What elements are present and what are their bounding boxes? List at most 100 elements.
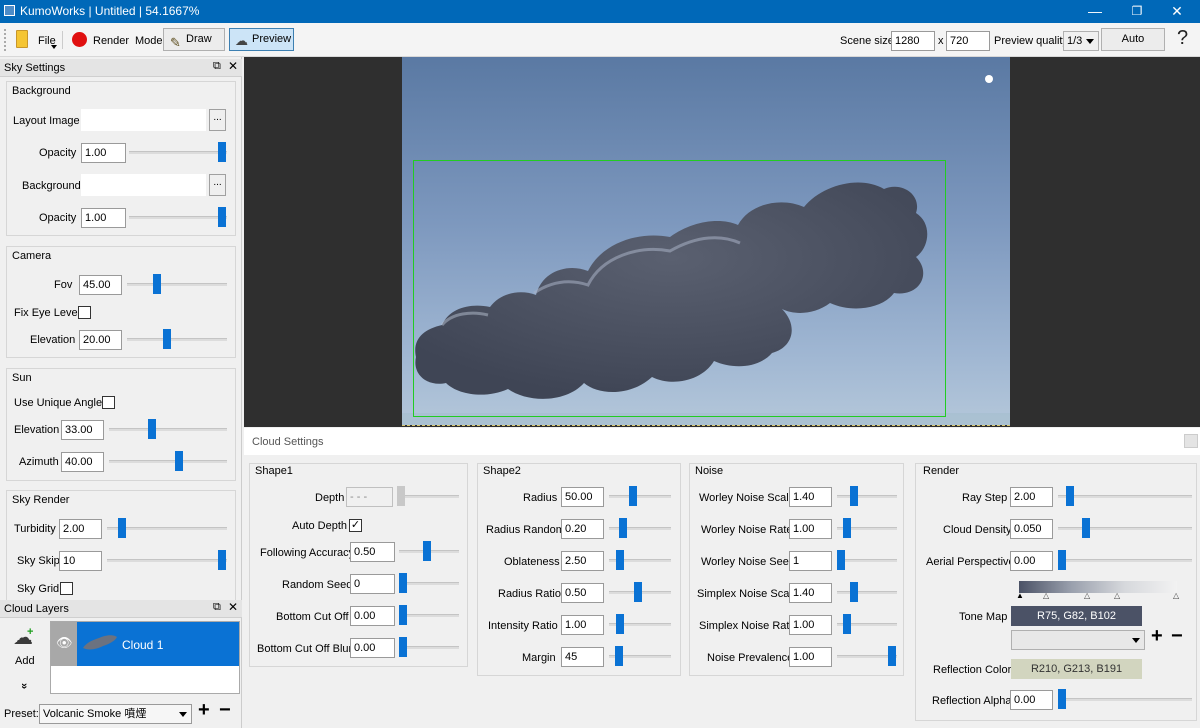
auto-depth-checkbox[interactable]: ✓ bbox=[349, 519, 362, 532]
tone-map-color-swatch[interactable]: R75, G82, B102 bbox=[1011, 606, 1142, 626]
expand-icon[interactable]: » bbox=[18, 683, 30, 689]
draw-mode-button[interactable]: ✎ Draw bbox=[163, 28, 225, 51]
tone-map-select[interactable] bbox=[1011, 630, 1145, 650]
worley-noise-rate-slider-handle[interactable] bbox=[843, 518, 851, 538]
noise-prevalence-slider-handle[interactable] bbox=[888, 646, 896, 666]
unique-angles-checkbox[interactable] bbox=[102, 396, 115, 409]
scene-width-input[interactable]: 1280 bbox=[891, 31, 935, 51]
random-seed-slider-track[interactable] bbox=[399, 582, 459, 585]
ray-step-slider-handle[interactable] bbox=[1066, 486, 1074, 506]
opacity-slider-track[interactable] bbox=[129, 151, 227, 154]
radius-input[interactable]: 50.00 bbox=[561, 487, 604, 507]
radius-random-input[interactable]: 0.20 bbox=[561, 519, 604, 539]
record-icon[interactable] bbox=[72, 32, 87, 47]
radius-slider-handle[interactable] bbox=[629, 486, 637, 506]
sky-preview-canvas[interactable] bbox=[402, 57, 1010, 425]
simplex-noise-scale-input[interactable]: 1.40 bbox=[789, 583, 832, 603]
simplex-noise-rate-slider-handle[interactable] bbox=[843, 614, 851, 634]
gradient-stop-icon[interactable]: △ bbox=[1114, 591, 1120, 600]
add-preset-button[interactable]: + bbox=[198, 699, 210, 722]
background-opacity-slider-track[interactable] bbox=[129, 216, 227, 219]
radius-random-slider-handle[interactable] bbox=[619, 518, 627, 538]
auto-button[interactable]: Auto bbox=[1101, 28, 1165, 51]
worley-noise-seed-input[interactable]: 1 bbox=[789, 551, 832, 571]
worley-noise-scale-slider-handle[interactable] bbox=[850, 486, 858, 506]
simplex-noise-rate-input[interactable]: 1.00 bbox=[789, 615, 832, 635]
radius-ratio-slider-handle[interactable] bbox=[634, 582, 642, 602]
following-accuracy-input[interactable]: 0.50 bbox=[350, 542, 395, 562]
remove-stop-button[interactable]: − bbox=[1171, 625, 1183, 648]
sky-grid-checkbox[interactable] bbox=[60, 582, 73, 595]
radius-ratio-input[interactable]: 0.50 bbox=[561, 583, 604, 603]
azimuth-slider-handle[interactable] bbox=[175, 451, 183, 471]
worley-noise-scale-slider-track[interactable] bbox=[837, 495, 897, 498]
intensity-ratio-slider-handle[interactable] bbox=[616, 614, 624, 634]
margin-slider-handle[interactable] bbox=[615, 646, 623, 666]
following-accuracy-slider-handle[interactable] bbox=[423, 541, 431, 561]
cloud-density-slider-handle[interactable] bbox=[1082, 518, 1090, 538]
sun-elevation-slider-handle[interactable] bbox=[148, 419, 156, 439]
cloud-density-input[interactable]: 0.050 bbox=[1010, 519, 1053, 539]
layer-visibility-toggle[interactable]: 👁 bbox=[51, 622, 77, 666]
minimize-button[interactable]: — bbox=[1074, 0, 1116, 23]
ray-step-input[interactable]: 2.00 bbox=[1010, 487, 1053, 507]
selection-box[interactable] bbox=[413, 160, 946, 417]
close-icon[interactable]: ✕ bbox=[228, 600, 238, 614]
background-opacity-input[interactable]: 1.00 bbox=[81, 208, 126, 228]
file-dropdown-arrow-icon[interactable] bbox=[51, 45, 57, 49]
background-image-input[interactable] bbox=[81, 174, 206, 196]
depth-slider-handle[interactable] bbox=[397, 486, 405, 506]
viewport[interactable] bbox=[244, 57, 1200, 427]
reflection-color-swatch[interactable]: R210, G213, B191 bbox=[1011, 659, 1142, 679]
turbidity-slider-handle[interactable] bbox=[118, 518, 126, 538]
remove-preset-button[interactable]: − bbox=[219, 699, 231, 722]
help-icon[interactable]: ? bbox=[1177, 27, 1188, 50]
bottom-cut-off-blur-slider-track[interactable] bbox=[399, 646, 459, 649]
margin-input[interactable]: 45 bbox=[561, 647, 604, 667]
sun-elevation-input[interactable]: 33.00 bbox=[61, 420, 104, 440]
gradient-stop-icon[interactable]: △ bbox=[1043, 591, 1049, 600]
close-icon[interactable]: ✕ bbox=[228, 59, 238, 73]
worley-noise-seed-slider-handle[interactable] bbox=[837, 550, 845, 570]
fov-slider-handle[interactable] bbox=[153, 274, 161, 294]
radius-slider-track[interactable] bbox=[609, 495, 671, 498]
camera-elevation-slider-track[interactable] bbox=[127, 338, 227, 341]
opacity-slider-handle[interactable] bbox=[218, 142, 226, 162]
float-icon[interactable]: ⧉ bbox=[213, 601, 221, 614]
gradient-stop-icon[interactable]: ▲ bbox=[1016, 591, 1024, 600]
background-opacity-slider-handle[interactable] bbox=[218, 207, 226, 227]
random-seed-input[interactable]: 0 bbox=[350, 574, 395, 594]
gradient-stop-icon[interactable]: △ bbox=[1084, 591, 1090, 600]
layout-image-browse-button[interactable]: ... bbox=[209, 109, 226, 131]
azimuth-input[interactable]: 40.00 bbox=[61, 452, 104, 472]
ray-step-slider-track[interactable] bbox=[1058, 495, 1192, 498]
sun-elevation-slider-track[interactable] bbox=[109, 428, 227, 431]
depth-slider-track[interactable] bbox=[397, 495, 459, 498]
cloud-density-slider-track[interactable] bbox=[1058, 527, 1192, 530]
sky-skip-input[interactable]: 10 bbox=[59, 551, 102, 571]
gradient-stop-icon[interactable]: △ bbox=[1173, 591, 1179, 600]
fov-slider-track[interactable] bbox=[127, 283, 227, 286]
random-seed-slider-handle[interactable] bbox=[399, 573, 407, 593]
reflection-alpha-slider-track[interactable] bbox=[1058, 698, 1192, 701]
reflection-alpha-input[interactable]: 0.00 bbox=[1010, 690, 1053, 710]
preset-select[interactable]: Volcanic Smoke 噴煙 bbox=[39, 704, 192, 724]
camera-elevation-input[interactable]: 20.00 bbox=[79, 330, 122, 350]
sky-skip-slider-track[interactable] bbox=[107, 559, 227, 562]
reflection-alpha-slider-handle[interactable] bbox=[1058, 689, 1066, 709]
float-icon[interactable]: ⧉ bbox=[213, 60, 221, 73]
depth-input[interactable]: - - - bbox=[346, 487, 393, 507]
preview-quality-select[interactable]: 1/3 bbox=[1063, 31, 1099, 51]
fix-eye-level-checkbox[interactable] bbox=[78, 306, 91, 319]
sun-marker-icon[interactable] bbox=[985, 75, 993, 83]
scene-height-input[interactable]: 720 bbox=[946, 31, 990, 51]
bottom-cut-off-blur-input[interactable]: 0.00 bbox=[350, 638, 395, 658]
turbidity-input[interactable]: 2.00 bbox=[59, 519, 102, 539]
bottom-cut-off-slider-track[interactable] bbox=[399, 614, 459, 617]
aerial-perspective-slider-track[interactable] bbox=[1058, 559, 1192, 562]
intensity-ratio-input[interactable]: 1.00 bbox=[561, 615, 604, 635]
noise-prevalence-input[interactable]: 1.00 bbox=[789, 647, 832, 667]
worley-noise-seed-slider-track[interactable] bbox=[837, 559, 897, 562]
render-button[interactable]: Render bbox=[93, 35, 129, 47]
simplex-noise-scale-slider-track[interactable] bbox=[837, 591, 897, 594]
